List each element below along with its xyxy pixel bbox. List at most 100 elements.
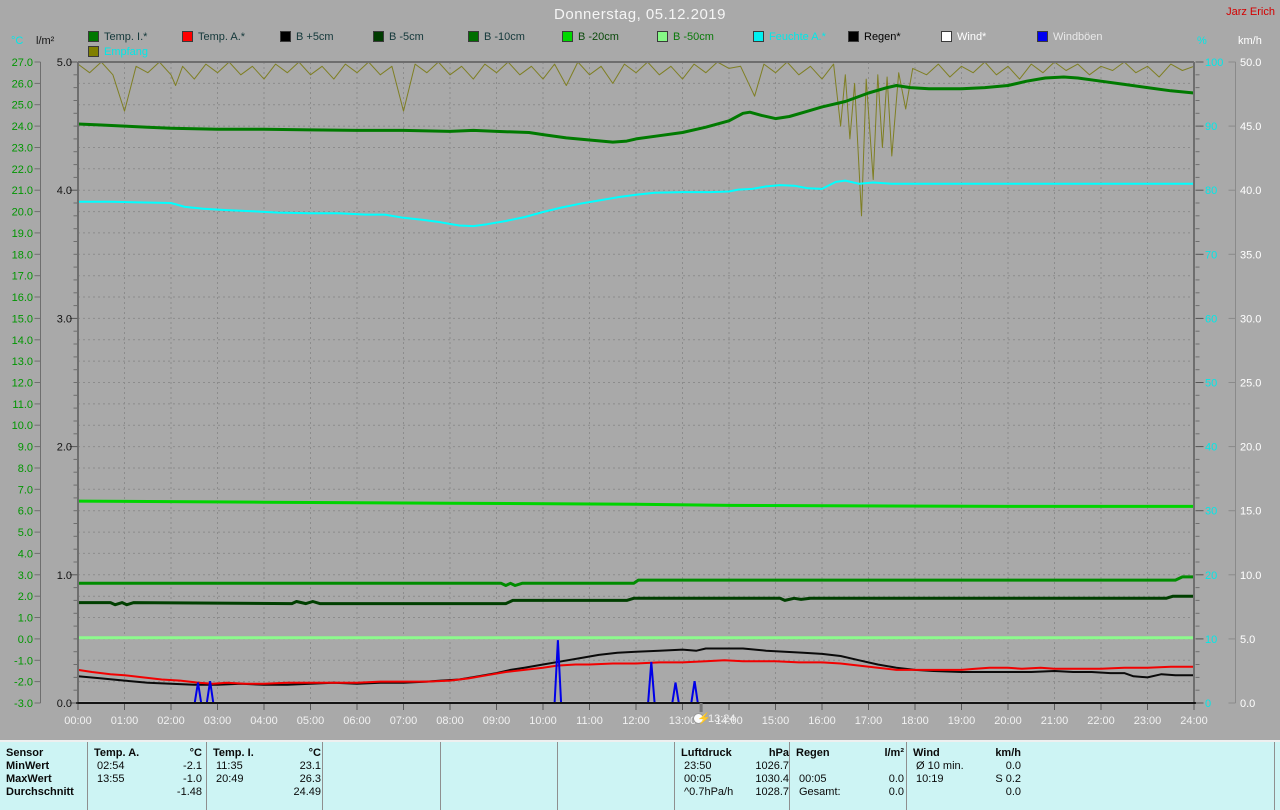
svg-text:60: 60 <box>1205 313 1217 325</box>
cell-value: 24.49 <box>293 786 321 798</box>
svg-text:0.0: 0.0 <box>1240 698 1255 710</box>
svg-text:2.0: 2.0 <box>57 442 72 454</box>
svg-text:2.0: 2.0 <box>18 591 33 603</box>
cell-time: Gesamt: <box>799 786 841 798</box>
svg-text:1.0: 1.0 <box>57 570 72 582</box>
svg-text:00:00: 00:00 <box>64 715 92 727</box>
svg-text:12:00: 12:00 <box>622 715 650 727</box>
cell-time: 11:35 <box>216 760 243 772</box>
row-label: Sensor <box>6 747 44 759</box>
svg-text:20:00: 20:00 <box>994 715 1022 727</box>
svg-text:-1.0: -1.0 <box>14 655 33 667</box>
svg-text:70: 70 <box>1205 249 1217 261</box>
table-column-temp-a-: Temp. A. °C 02:54 -2.1 13:55 -1.0 -1.48 <box>88 742 207 810</box>
time-cursor-label: 13:24 <box>708 713 736 725</box>
column-sensor-name: Temp. A. <box>94 747 140 759</box>
svg-text:16.0: 16.0 <box>12 292 33 304</box>
time-cursor-marker[interactable]: ⚡ 13:24 <box>693 712 736 726</box>
table-column-temp-i-: Temp. I. °C 11:35 23.1 20:49 26.3 24.49 <box>207 742 323 810</box>
cell-value: 0.0 <box>1005 786 1021 798</box>
cell-value: -1.48 <box>176 786 202 798</box>
svg-text:6.0: 6.0 <box>18 506 33 518</box>
svg-text:26.0: 26.0 <box>12 78 33 90</box>
cell-time: 20:49 <box>216 773 244 785</box>
svg-text:12.0: 12.0 <box>12 378 33 390</box>
svg-text:30: 30 <box>1205 506 1217 518</box>
svg-text:45.0: 45.0 <box>1240 121 1261 133</box>
column-unit: °C <box>189 747 202 759</box>
column-sensor-name: Luftdruck <box>681 747 732 759</box>
svg-text:10.0: 10.0 <box>1240 570 1261 582</box>
cell-time: 00:05 <box>684 773 712 785</box>
svg-text:50: 50 <box>1205 378 1217 390</box>
svg-text:50.0: 50.0 <box>1240 57 1261 69</box>
cell-value: -2.1 <box>183 760 202 772</box>
svg-text:23:00: 23:00 <box>1134 715 1162 727</box>
svg-text:03:00: 03:00 <box>204 715 232 727</box>
svg-text:08:00: 08:00 <box>436 715 464 727</box>
svg-text:09:00: 09:00 <box>483 715 511 727</box>
svg-text:21.0: 21.0 <box>12 185 33 197</box>
svg-text:8.0: 8.0 <box>18 463 33 475</box>
svg-text:04:00: 04:00 <box>250 715 278 727</box>
svg-text:7.0: 7.0 <box>18 484 33 496</box>
svg-text:14.0: 14.0 <box>12 335 33 347</box>
svg-text:-3.0: -3.0 <box>14 698 33 710</box>
svg-text:17:00: 17:00 <box>855 715 883 727</box>
svg-text:17.0: 17.0 <box>12 271 33 283</box>
cell-time: 10:19 <box>916 773 944 785</box>
column-unit: hPa <box>768 747 789 759</box>
weather-logger-window: Donnerstag, 05.12.2019 Jarz Erich Temp. … <box>0 0 1280 810</box>
svg-text:19:00: 19:00 <box>948 715 976 727</box>
svg-text:07:00: 07:00 <box>390 715 418 727</box>
cell-value: 0.0 <box>1005 760 1021 772</box>
svg-text:90: 90 <box>1205 121 1217 133</box>
statistics-table: Sensor MinWert MaxWert Durchschnitt Temp. A.… <box>0 740 1280 810</box>
svg-text:22:00: 22:00 <box>1087 715 1115 727</box>
column-unit: °C <box>308 747 321 759</box>
table-column-luftdruck: Luftdruck hPa 23:50 1026.7 00:05 1030.4 ^0.7hP… <box>675 742 790 810</box>
svg-text:10: 10 <box>1205 634 1217 646</box>
column-sensor-name: Regen <box>796 747 830 759</box>
cell-value: S 0.2 <box>995 773 1021 785</box>
cell-value: 23.1 <box>299 760 321 772</box>
svg-text:11:00: 11:00 <box>576 715 603 727</box>
table-column-wind: Wind km/h Ø 10 min. 0.0 10:19 S 0.2 0.0 <box>907 742 1275 810</box>
svg-text:23.0: 23.0 <box>12 143 33 155</box>
svg-text:18:00: 18:00 <box>901 715 929 727</box>
svg-text:02:00: 02:00 <box>157 715 185 727</box>
row-label: MaxWert <box>6 773 52 785</box>
svg-text:5.0: 5.0 <box>57 57 72 69</box>
svg-text:4.0: 4.0 <box>18 548 33 560</box>
svg-text:11.0: 11.0 <box>12 399 33 411</box>
svg-text:35.0: 35.0 <box>1240 249 1261 261</box>
svg-text:21:00: 21:00 <box>1041 715 1069 727</box>
svg-text:5.0: 5.0 <box>18 527 33 539</box>
table-row-labels: Sensor MinWert MaxWert Durchschnitt <box>0 742 88 810</box>
svg-text:24.0: 24.0 <box>12 121 33 133</box>
svg-text:1.0: 1.0 <box>18 613 33 625</box>
svg-text:18.0: 18.0 <box>12 249 33 261</box>
svg-text:3.0: 3.0 <box>57 313 72 325</box>
svg-text:16:00: 16:00 <box>808 715 836 727</box>
cell-time: 02:54 <box>97 760 125 772</box>
cell-value: 1030.4 <box>755 773 789 785</box>
cell-value: 1028.7 <box>755 786 789 798</box>
svg-text:20: 20 <box>1205 570 1217 582</box>
svg-text:0.0: 0.0 <box>57 698 72 710</box>
cursor-flash-icon: ⚡ <box>693 712 711 726</box>
svg-text:25.0: 25.0 <box>12 100 33 112</box>
table-column-empty-3 <box>441 742 558 810</box>
row-label: MinWert <box>6 760 50 772</box>
svg-text:4.0: 4.0 <box>57 185 72 197</box>
cell-time: Ø 10 min. <box>916 760 964 772</box>
svg-text:9.0: 9.0 <box>18 442 33 454</box>
svg-text:10.0: 10.0 <box>12 420 33 432</box>
cell-value: 0.0 <box>888 773 904 785</box>
weather-chart: 27.0 26.0 25.0 24.0 23.0 22.0 21.0 20.0 19.0 18.0… <box>12 57 1262 727</box>
column-unit: l/m² <box>884 747 904 759</box>
svg-text:05:00: 05:00 <box>297 715 325 727</box>
table-column-regen: Regen l/m² 00:05 0.0 Gesamt: 0.0 <box>790 742 907 810</box>
svg-text:06:00: 06:00 <box>343 715 371 727</box>
svg-text:80: 80 <box>1205 185 1217 197</box>
